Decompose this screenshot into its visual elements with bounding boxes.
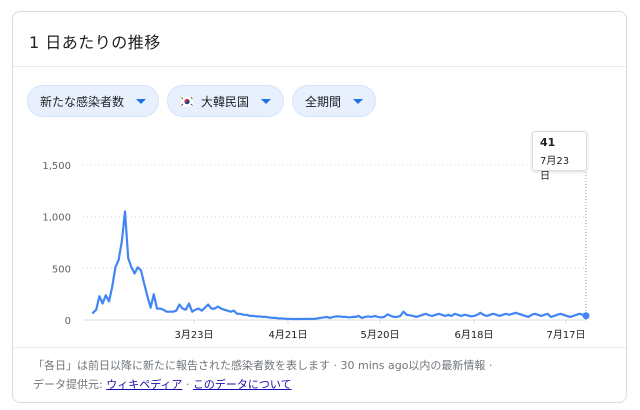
- footer-sep: ·: [330, 359, 341, 372]
- y-tick-label: 0: [65, 316, 71, 327]
- chevron-down-icon: [261, 98, 272, 104]
- about-data-link[interactable]: このデータについて: [193, 378, 292, 391]
- footer-line-2: データ提供元: ウィキペディア · このデータについて: [33, 375, 492, 394]
- footer-divider: [13, 347, 626, 348]
- country-dropdown[interactable]: 大韓民国: [167, 85, 285, 117]
- chevron-down-icon: [353, 98, 364, 104]
- metric-dropdown[interactable]: 新たな感染者数: [27, 85, 160, 117]
- chevron-down-icon: [136, 98, 147, 104]
- covid-daily-card: 1 日あたりの推移 新たな感染者数 大韓民国 全期間 0 500 1,000 1…: [12, 11, 627, 403]
- x-tick-label: 5月20日: [360, 329, 399, 341]
- korea-flag-icon: [180, 95, 195, 107]
- filter-chips: 新たな感染者数 大韓民国 全期間: [27, 85, 377, 117]
- range-dropdown-label: 全期間: [305, 94, 342, 109]
- tooltip-value: 41: [540, 136, 556, 149]
- y-tick-label: 500: [52, 264, 71, 275]
- range-dropdown[interactable]: 全期間: [292, 85, 377, 117]
- x-tick-label: 7月17日: [546, 329, 585, 341]
- x-tick-label: 6月18日: [454, 329, 493, 341]
- footer-update: 30 mins ago以内の最新情報: [340, 359, 486, 372]
- wikipedia-link[interactable]: ウィキペディア: [106, 378, 182, 391]
- metric-dropdown-label: 新たな感染者数: [40, 94, 125, 109]
- header-divider: [13, 66, 626, 67]
- footer-line-1: 「各日」は前日以降に新たに報告された感染者数を表します · 30 mins ag…: [33, 356, 492, 375]
- tooltip-date: 7月23日: [540, 156, 570, 182]
- hover-point: [582, 312, 590, 320]
- footer-end: ·: [485, 359, 493, 372]
- footer-note: 「各日」は前日以降に新たに報告された感染者数を表します: [33, 359, 330, 372]
- y-tick-label: 1,000: [42, 213, 71, 224]
- footer: 「各日」は前日以降に新たに報告された感染者数を表します · 30 mins ag…: [33, 356, 492, 394]
- series-line: [91, 210, 588, 321]
- source-label: データ提供元:: [33, 378, 107, 391]
- country-dropdown-label: 大韓民国: [201, 94, 250, 109]
- x-tick-label: 4月21日: [268, 329, 307, 341]
- footer-sep: ·: [182, 378, 193, 391]
- card-title: 1 日あたりの推移: [29, 33, 161, 52]
- x-tick-label: 3月23日: [174, 329, 213, 341]
- y-tick-label: 1,500: [42, 161, 71, 172]
- chart-tooltip: 41 7月23日: [532, 131, 587, 182]
